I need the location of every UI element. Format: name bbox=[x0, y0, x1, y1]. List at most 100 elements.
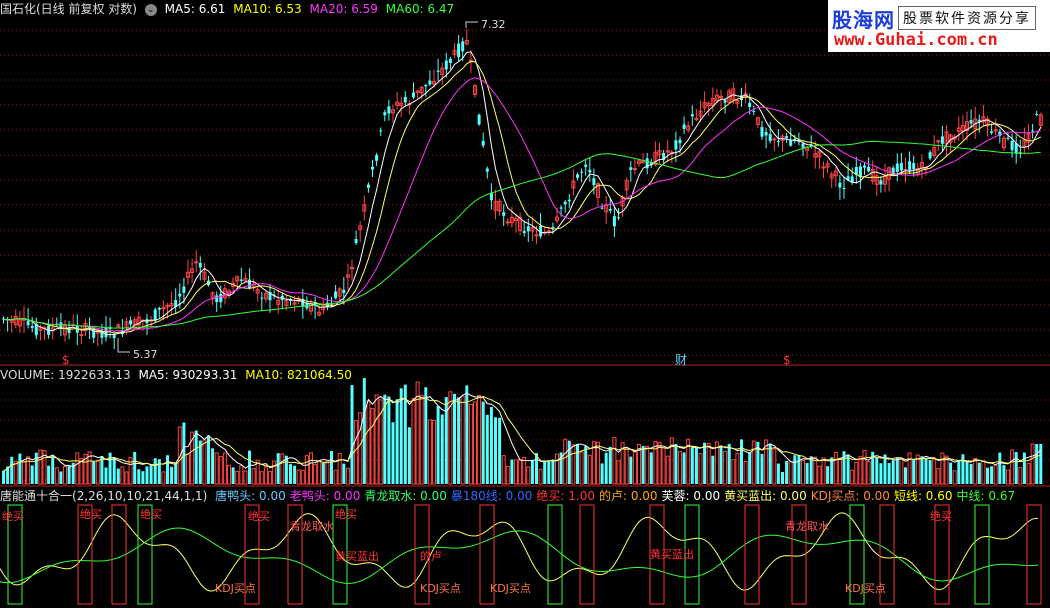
volume-bar-down bbox=[809, 456, 813, 484]
indicator-item-1: 老鸭头: 0.00 bbox=[289, 489, 361, 503]
volume-bar-down bbox=[740, 439, 743, 484]
volume-bar-up bbox=[354, 420, 359, 485]
volume-bar-up bbox=[735, 452, 740, 485]
volume-bar-down bbox=[59, 471, 63, 484]
volume-bar-up bbox=[95, 460, 100, 485]
volume-bar-down bbox=[576, 444, 579, 484]
price-header: 国石化(日线 前复权 对数) ⌄ MA5: 6.61 MA10: 6.53 MA… bbox=[0, 0, 458, 18]
volume-bar-up bbox=[526, 466, 531, 485]
volume-bar-up bbox=[817, 465, 822, 485]
candle-down bbox=[551, 226, 555, 228]
volume-bar-up bbox=[571, 444, 576, 485]
settings-toggle-icon[interactable]: ⌄ bbox=[144, 3, 157, 16]
volume-bar-down bbox=[30, 465, 34, 484]
candle-up bbox=[632, 168, 637, 171]
indicator-header: 唐能通十合一(2,26,10,10,21,44,1,1) 唐鸭头: 0.00 老鸭… bbox=[0, 487, 1023, 505]
candle-down bbox=[502, 212, 506, 216]
volume-bar-down bbox=[629, 456, 633, 484]
candle-down bbox=[776, 140, 780, 142]
candle-down bbox=[969, 120, 973, 124]
signal-bar bbox=[1026, 504, 1042, 605]
candle-down bbox=[219, 293, 223, 303]
volume-header: VOLUME: 1922633.13 MA5: 930293.31 MA10: … bbox=[0, 366, 356, 384]
volume-bar-up bbox=[22, 461, 26, 485]
volume-bar-up bbox=[788, 461, 793, 485]
volume-bar-down bbox=[826, 466, 830, 484]
volume-bar-down bbox=[875, 457, 879, 484]
high-label: 7.32 bbox=[481, 18, 506, 31]
volume-bar-up bbox=[751, 440, 756, 485]
volume-bar-down bbox=[436, 405, 440, 484]
volume-bar-up bbox=[161, 471, 166, 485]
volume-bar-down bbox=[961, 454, 965, 484]
candle-down bbox=[215, 295, 219, 303]
volume-bar-up bbox=[75, 452, 80, 485]
stock-title: 国石化(日线 前复权 对数) bbox=[0, 2, 137, 16]
indicator-item-5: 的卢: 0.00 bbox=[598, 489, 658, 503]
volume-bar-up bbox=[624, 448, 629, 485]
volume-bar-up bbox=[936, 468, 941, 485]
volume-bar-up bbox=[366, 400, 371, 485]
volume-bar-down bbox=[846, 454, 850, 484]
volume-bar-down bbox=[543, 460, 547, 484]
candle-down bbox=[526, 226, 530, 232]
candle-down bbox=[748, 102, 752, 108]
volume-bar-up bbox=[579, 451, 584, 485]
volume-bar-up bbox=[54, 467, 59, 485]
volume-bar-up bbox=[280, 453, 285, 485]
volume-bar-up bbox=[612, 436, 617, 485]
volume-bar-down bbox=[207, 435, 210, 484]
volume-bar-up bbox=[427, 419, 432, 485]
candle-up bbox=[79, 334, 84, 337]
candle-up bbox=[772, 138, 777, 141]
candle-down bbox=[522, 230, 526, 234]
volume-bar-down bbox=[104, 467, 108, 484]
volume-bar-up bbox=[317, 460, 322, 485]
volume-bar-down bbox=[395, 399, 399, 484]
volume-bar-down bbox=[924, 457, 928, 484]
volume-bar-up bbox=[337, 453, 342, 485]
volume-bar-up bbox=[899, 458, 904, 485]
volume-bar-down bbox=[465, 385, 469, 484]
candle-down bbox=[182, 286, 186, 293]
volume-bar-up bbox=[563, 438, 568, 485]
volume-bar-down bbox=[453, 393, 456, 484]
signal-label-1: 绝买 bbox=[80, 507, 102, 521]
volume-bar-down bbox=[891, 460, 895, 484]
volume-bar-down bbox=[141, 471, 145, 484]
volume-bar-down bbox=[551, 459, 555, 484]
candle-up bbox=[821, 166, 826, 169]
candle-down bbox=[563, 201, 567, 205]
volume-bar-down bbox=[387, 396, 391, 484]
volume-bar-up bbox=[1006, 469, 1010, 485]
volume-bar-up bbox=[801, 460, 805, 485]
candle-down bbox=[940, 136, 944, 144]
volume-bar-up bbox=[616, 460, 621, 485]
volume-bar-down bbox=[194, 430, 198, 484]
candle-down bbox=[366, 184, 370, 188]
volume-bar-down bbox=[920, 456, 924, 484]
candle-down bbox=[428, 80, 432, 85]
volume-bar-down bbox=[2, 470, 5, 484]
candle-down bbox=[608, 209, 612, 211]
candle-down bbox=[863, 165, 866, 168]
volume-bar-up bbox=[587, 454, 592, 485]
volume-bar-up bbox=[632, 450, 637, 485]
stock-chart[interactable]: 7.32 5.37 $ 财 $ 绝买 绝买 绝买 绝买 绝买 绝买青龙取水 青龙取水黄买蓝出 黄买蓝出 的… bbox=[0, 0, 1050, 608]
volume-bar-down bbox=[51, 455, 55, 484]
volume-bar-up bbox=[661, 447, 666, 485]
volume-bar-up bbox=[723, 450, 728, 485]
volume-bar-up bbox=[63, 465, 67, 485]
signal-label-9: 黄买蓝出 bbox=[650, 547, 694, 561]
candle-down bbox=[580, 171, 584, 173]
volume-bar-up bbox=[473, 401, 477, 485]
volume-bar-down bbox=[904, 467, 907, 484]
volume-bar-down bbox=[47, 465, 51, 484]
signal-label-4: 绝买 bbox=[335, 507, 357, 521]
volume-bar-up bbox=[13, 460, 18, 485]
candle-down bbox=[1031, 130, 1035, 132]
candle-down bbox=[928, 152, 932, 159]
candle-down bbox=[129, 320, 133, 325]
ma20-label: MA20: 6.59 bbox=[309, 2, 378, 16]
volume-bar-down bbox=[182, 422, 186, 484]
